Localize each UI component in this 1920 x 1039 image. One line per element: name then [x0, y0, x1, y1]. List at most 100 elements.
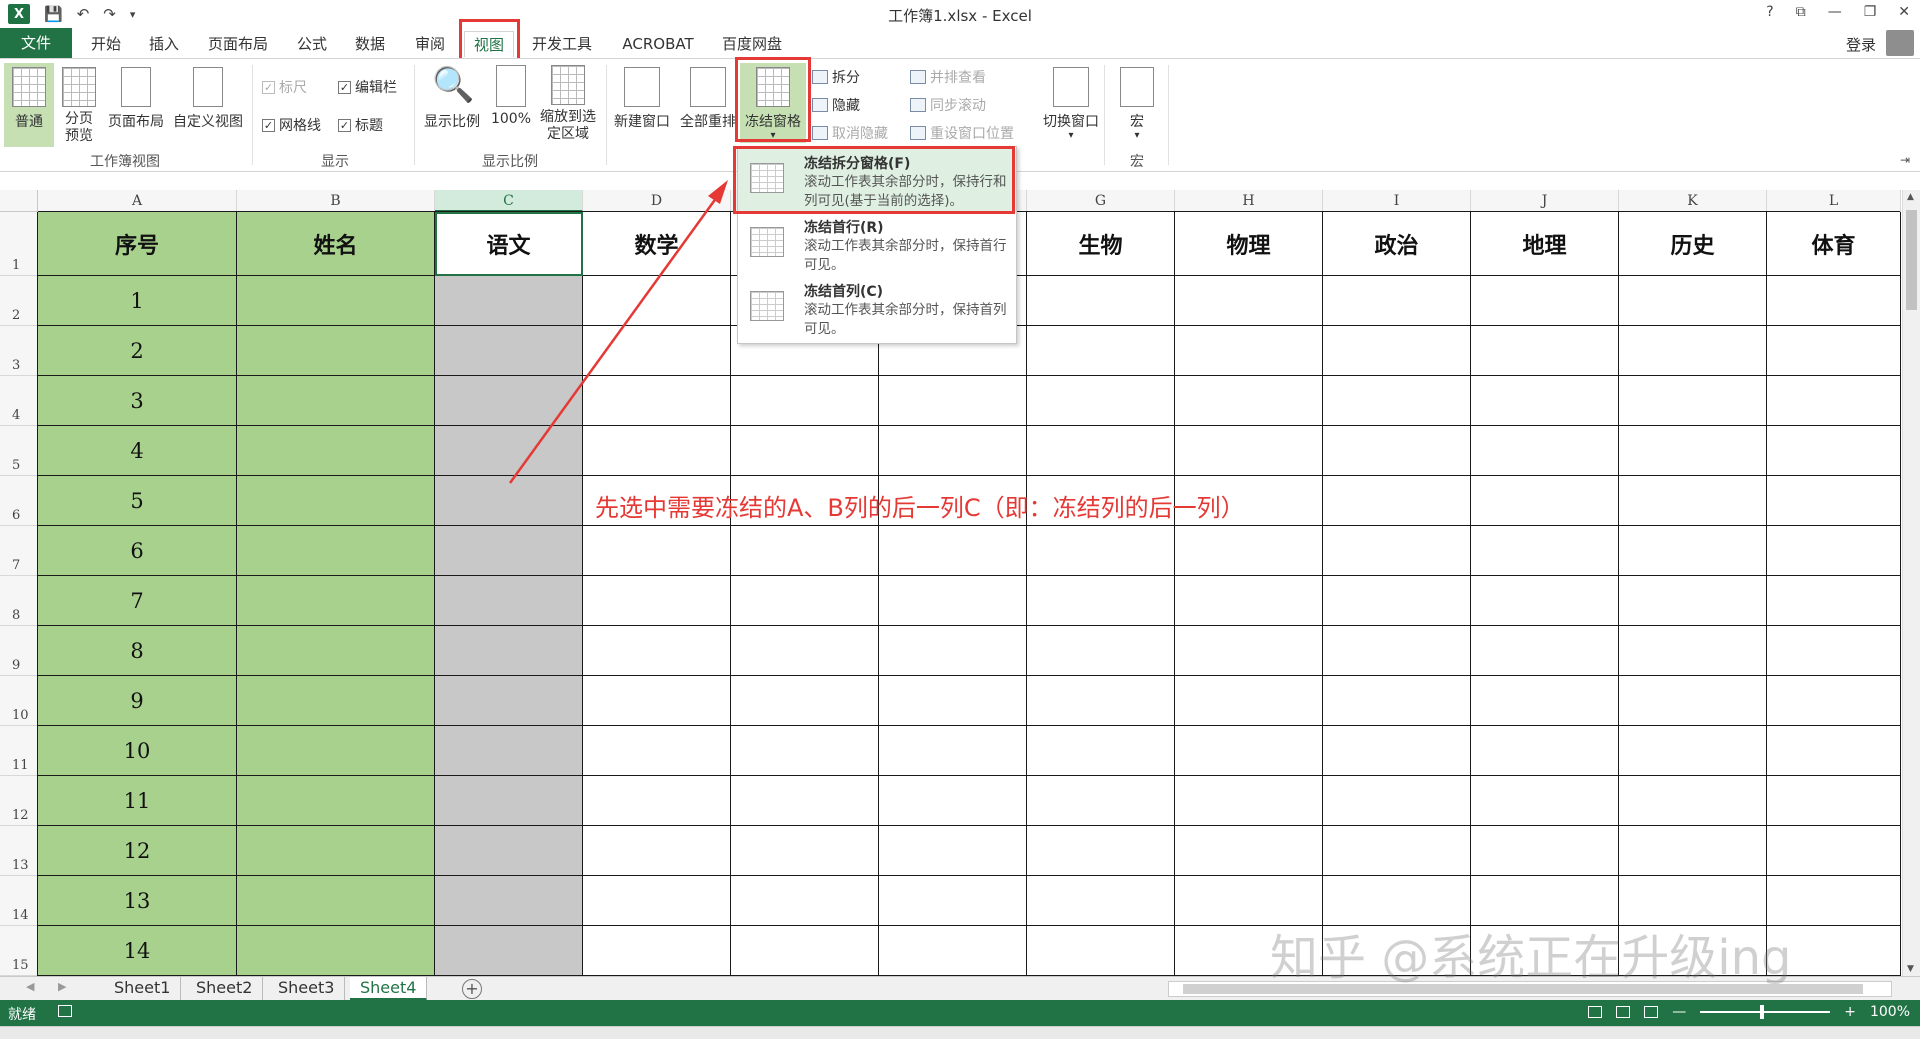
table-cell[interactable] [237, 326, 435, 376]
table-header-cell[interactable]: 历史 [1619, 212, 1767, 276]
table-cell[interactable] [731, 426, 879, 476]
sheet-tab-sheet2[interactable]: Sheet2 [186, 977, 264, 1001]
row-header[interactable]: 10 [0, 676, 38, 726]
table-cell[interactable] [1323, 676, 1471, 726]
table-cell[interactable] [435, 426, 583, 476]
headings-checkbox[interactable]: ✓ 标题 [338, 115, 383, 135]
table-cell[interactable]: 10 [38, 726, 237, 776]
table-cell[interactable]: 7 [38, 576, 237, 626]
table-cell[interactable] [1619, 376, 1767, 426]
row-header[interactable]: 14 [0, 876, 38, 926]
table-cell[interactable] [1027, 826, 1175, 876]
table-cell[interactable] [1619, 326, 1767, 376]
column-header-a[interactable]: A [38, 190, 237, 212]
next-sheet-icon[interactable]: ▶ [58, 980, 66, 993]
table-cell[interactable] [583, 926, 731, 976]
view-side-by-side-button[interactable]: 并排查看 [910, 67, 986, 87]
help-button[interactable]: ? [1766, 4, 1773, 20]
table-cell[interactable] [1323, 426, 1471, 476]
tab-file[interactable]: 文件 [0, 28, 72, 58]
table-cell[interactable] [435, 526, 583, 576]
page-break-preview-button[interactable]: 分页预览 [58, 63, 100, 145]
table-cell[interactable] [1027, 926, 1175, 976]
redo-icon[interactable]: ↷ [103, 5, 116, 23]
table-cell[interactable] [1767, 476, 1901, 526]
synchronous-scrolling-button[interactable]: 同步滚动 [910, 95, 986, 115]
table-cell[interactable] [583, 876, 731, 926]
column-header-h[interactable]: H [1175, 190, 1323, 212]
table-cell[interactable] [237, 626, 435, 676]
sheet-tab-sheet1[interactable]: Sheet1 [104, 977, 182, 1001]
tab-review[interactable]: 审阅 [408, 31, 452, 57]
table-cell[interactable] [435, 826, 583, 876]
table-header-cell[interactable]: 数学 [583, 212, 731, 276]
zoom-to-selection-button[interactable]: 缩放到选定区域 [536, 63, 600, 143]
row-header[interactable]: 8 [0, 576, 38, 626]
table-cell[interactable] [879, 726, 1027, 776]
column-header-c[interactable]: C [435, 190, 583, 212]
table-cell[interactable] [583, 576, 731, 626]
table-cell[interactable] [237, 376, 435, 426]
avatar-icon[interactable] [1886, 30, 1914, 56]
table-header-cell[interactable]: 物理 [1175, 212, 1323, 276]
table-cell[interactable] [1027, 626, 1175, 676]
sheet-tab-sheet3[interactable]: Sheet3 [268, 977, 346, 1001]
column-header-b[interactable]: B [237, 190, 435, 212]
table-cell[interactable] [237, 726, 435, 776]
normal-view-button[interactable]: 普通 [4, 63, 54, 147]
table-cell[interactable] [1175, 776, 1323, 826]
tab-baidu-netdisk[interactable]: 百度网盘 [716, 31, 788, 57]
table-cell[interactable] [1027, 576, 1175, 626]
table-cell[interactable] [1471, 576, 1619, 626]
table-cell[interactable] [237, 776, 435, 826]
tab-acrobat[interactable]: ACROBAT [616, 31, 700, 57]
column-header-d[interactable]: D [583, 190, 731, 212]
table-cell[interactable] [1471, 526, 1619, 576]
table-cell[interactable]: 12 [38, 826, 237, 876]
page-layout-status-icon[interactable] [1616, 1006, 1631, 1018]
table-cell[interactable]: 1 [38, 276, 237, 326]
table-header-cell[interactable]: 序号 [38, 212, 237, 276]
table-cell[interactable] [435, 326, 583, 376]
table-cell[interactable] [1767, 376, 1901, 426]
table-cell[interactable] [879, 826, 1027, 876]
table-cell[interactable] [731, 576, 879, 626]
table-cell[interactable] [237, 576, 435, 626]
gridlines-checkbox[interactable]: ✓ 网格线 [262, 115, 321, 135]
table-cell[interactable] [1175, 426, 1323, 476]
table-cell[interactable] [1471, 626, 1619, 676]
table-cell[interactable] [879, 676, 1027, 726]
unhide-button[interactable]: 取消隐藏 [812, 123, 888, 143]
table-cell[interactable] [1175, 676, 1323, 726]
table-cell[interactable] [1619, 276, 1767, 326]
table-cell[interactable] [1471, 726, 1619, 776]
table-cell[interactable] [731, 376, 879, 426]
row-header[interactable]: 2 [0, 276, 38, 326]
table-cell[interactable] [1323, 476, 1471, 526]
table-cell[interactable]: 11 [38, 776, 237, 826]
table-cell[interactable]: 5 [38, 476, 237, 526]
normal-view-status-icon[interactable] [1588, 1006, 1603, 1018]
vertical-scrollbar[interactable]: ▲ ▼ [1902, 190, 1920, 976]
table-cell[interactable]: 3 [38, 376, 237, 426]
scroll-up-icon[interactable]: ▲ [1907, 192, 1914, 202]
freeze-panes-button[interactable]: 冻结窗格 ▾ [740, 63, 806, 143]
formula-bar-checkbox[interactable]: ✓ 编辑栏 [338, 77, 397, 97]
table-cell[interactable] [1767, 626, 1901, 676]
table-cell[interactable] [1471, 376, 1619, 426]
collapse-ribbon-icon[interactable]: ⇥ [1900, 153, 1910, 167]
ribbon-display-options-icon[interactable]: ⧉ [1796, 4, 1806, 20]
table-cell[interactable] [1471, 476, 1619, 526]
table-cell[interactable]: 6 [38, 526, 237, 576]
table-cell[interactable] [1471, 776, 1619, 826]
table-cell[interactable] [1323, 726, 1471, 776]
table-header-cell[interactable]: 政治 [1323, 212, 1471, 276]
table-cell[interactable] [731, 776, 879, 826]
table-cell[interactable] [1767, 426, 1901, 476]
table-cell[interactable] [1175, 726, 1323, 776]
table-cell[interactable] [1175, 826, 1323, 876]
table-cell[interactable] [1619, 576, 1767, 626]
table-cell[interactable] [237, 926, 435, 976]
table-cell[interactable] [435, 376, 583, 426]
table-cell[interactable] [1767, 526, 1901, 576]
